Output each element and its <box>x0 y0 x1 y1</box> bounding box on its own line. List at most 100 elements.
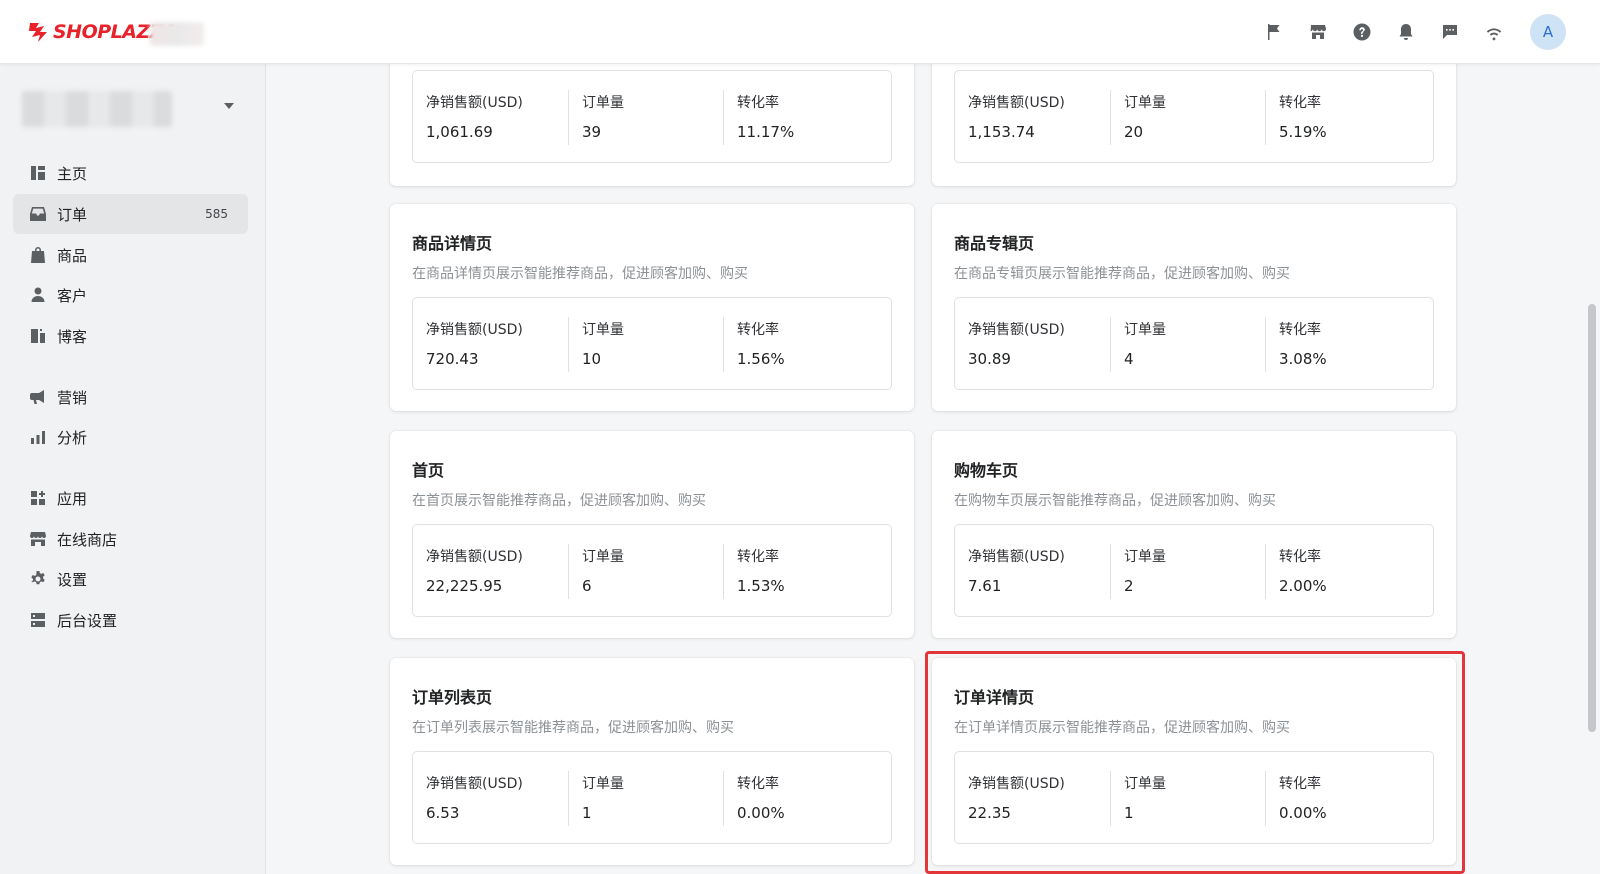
stat-value: 3.08% <box>1279 350 1327 368</box>
sidebar-item-settings[interactable]: 设置 <box>13 559 248 599</box>
stat-value: 1 <box>1124 804 1134 822</box>
stat-value: 1,153.74 <box>968 123 1035 141</box>
divider <box>1265 771 1266 826</box>
recommendation-card: 净销售额(USD) 1,061.69 订单量 39 转化率 11.17% <box>390 64 914 186</box>
sidebar-item-label: 博客 <box>57 327 88 346</box>
stats-box: 净销售额(USD) 22.35 订单量 1 转化率 0.00% <box>954 751 1434 844</box>
divider <box>1110 90 1111 145</box>
inbox-icon <box>28 204 48 224</box>
sidebar-item-orders[interactable]: 订单 585 <box>13 194 248 234</box>
card-title: 订单列表页 <box>412 688 493 707</box>
message-icon[interactable] <box>1428 10 1472 54</box>
store-name-blurred <box>22 91 172 127</box>
stat-value: 1 <box>582 804 592 822</box>
divider <box>723 317 724 372</box>
stat-label: 净销售额(USD) <box>968 322 1065 338</box>
stat-label: 订单量 <box>582 322 624 338</box>
stat-label: 订单量 <box>582 95 624 111</box>
scrollbar-thumb[interactable] <box>1588 304 1596 732</box>
stat-label: 转化率 <box>737 549 779 565</box>
sidebar-item-admin-settings[interactable]: 后台设置 <box>13 600 248 640</box>
sidebar-item-online-store[interactable]: 在线商店 <box>13 519 248 559</box>
divider <box>568 544 569 599</box>
stat-value: 1.56% <box>737 350 785 368</box>
bar-chart-icon <box>28 427 48 447</box>
vertical-scrollbar[interactable] <box>1583 64 1600 874</box>
bell-icon[interactable] <box>1384 10 1428 54</box>
store-switcher[interactable] <box>22 91 242 131</box>
sidebar-item-products[interactable]: 商品 <box>13 235 248 275</box>
stats-box: 净销售额(USD) 720.43 订单量 10 转化率 1.56% <box>412 297 892 390</box>
card-order-list: 订单列表页 在订单列表展示智能推荐商品，促进顾客加购、购买 净销售额(USD) … <box>390 658 914 865</box>
sidebar-item-label: 分析 <box>57 428 88 447</box>
card-title: 订单详情页 <box>954 688 1035 707</box>
card-title: 商品专辑页 <box>954 234 1035 253</box>
user-avatar[interactable]: A <box>1530 14 1566 50</box>
recommendation-card: 净销售额(USD) 1,153.74 订单量 20 转化率 5.19% <box>932 64 1456 186</box>
home-icon <box>28 163 48 183</box>
help-icon[interactable] <box>1340 10 1384 54</box>
stat-value: 6.53 <box>426 804 460 822</box>
stat-value: 0.00% <box>737 804 785 822</box>
card-description: 在订单详情页展示智能推荐商品，促进顾客加购、购买 <box>954 720 1290 736</box>
sidebar-item-analytics[interactable]: 分析 <box>13 417 248 457</box>
store-name-blurred <box>150 22 204 46</box>
card-description: 在商品详情页展示智能推荐商品，促进顾客加购、购买 <box>412 266 748 282</box>
stat-value: 2 <box>1124 577 1134 595</box>
sidebar-item-label: 后台设置 <box>57 611 118 630</box>
stat-label: 转化率 <box>737 95 779 111</box>
wifi-icon[interactable] <box>1472 10 1516 54</box>
divider <box>1110 771 1111 826</box>
card-collection: 商品专辑页 在商品专辑页展示智能推荐商品，促进顾客加购、购买 净销售额(USD)… <box>932 204 1456 411</box>
sidebar-item-blog[interactable]: 博客 <box>13 316 248 356</box>
stat-value: 1.53% <box>737 577 785 595</box>
stat-value: 720.43 <box>426 350 479 368</box>
card-product-detail: 商品详情页 在商品详情页展示智能推荐商品，促进顾客加购、购买 净销售额(USD)… <box>390 204 914 411</box>
stat-label: 净销售额(USD) <box>426 322 523 338</box>
order-count-badge: 585 <box>199 204 234 224</box>
sidebar-item-marketing[interactable]: 营销 <box>13 377 248 417</box>
stat-label: 净销售额(USD) <box>968 776 1065 792</box>
sidebar-item-home[interactable]: 主页 <box>13 153 248 193</box>
sidebar-item-customers[interactable]: 客户 <box>13 275 248 315</box>
card-order-detail: 订单详情页 在订单详情页展示智能推荐商品，促进顾客加购、购买 净销售额(USD)… <box>932 658 1456 865</box>
stat-label: 净销售额(USD) <box>426 95 523 111</box>
stat-value: 4 <box>1124 350 1134 368</box>
stat-value: 10 <box>582 350 602 368</box>
stat-value: 2.00% <box>1279 577 1327 595</box>
card-title: 商品详情页 <box>412 234 493 253</box>
sidebar-item-label: 客户 <box>57 286 88 305</box>
card-description: 在商品专辑页展示智能推荐商品，促进顾客加购、购买 <box>954 266 1290 282</box>
sidebar-item-label: 营销 <box>57 388 88 407</box>
stat-label: 订单量 <box>1124 549 1166 565</box>
card-description: 在订单列表展示智能推荐商品，促进顾客加购、购买 <box>412 720 734 736</box>
stat-value: 7.61 <box>968 577 1002 595</box>
card-home-page: 首页 在首页展示智能推荐商品，促进顾客加购、购买 净销售额(USD) 22,22… <box>390 431 914 638</box>
stat-value: 39 <box>582 123 602 141</box>
stats-box: 净销售额(USD) 1,061.69 订单量 39 转化率 11.17% <box>412 70 892 163</box>
sidebar-item-label: 应用 <box>57 489 88 508</box>
divider <box>1265 317 1266 372</box>
stat-label: 净销售额(USD) <box>968 549 1065 565</box>
sidebar-item-apps[interactable]: 应用 <box>13 478 248 518</box>
store-icon[interactable] <box>1296 10 1340 54</box>
divider <box>723 771 724 826</box>
stat-value: 0.00% <box>1279 804 1327 822</box>
flag-icon[interactable] <box>1252 10 1296 54</box>
gear-icon <box>28 569 48 589</box>
stat-value: 1,061.69 <box>426 123 493 141</box>
apps-icon <box>28 488 48 508</box>
caret-down-icon <box>224 103 234 109</box>
stat-label: 转化率 <box>1279 776 1321 792</box>
stat-label: 转化率 <box>737 776 779 792</box>
card-description: 在首页展示智能推荐商品，促进顾客加购、购买 <box>412 493 706 509</box>
stat-value: 6 <box>582 577 592 595</box>
stats-box: 净销售额(USD) 6.53 订单量 1 转化率 0.00% <box>412 751 892 844</box>
divider <box>1110 544 1111 599</box>
top-icon-group: A <box>1252 0 1600 64</box>
stat-label: 转化率 <box>737 322 779 338</box>
stat-label: 转化率 <box>1279 549 1321 565</box>
divider <box>1265 544 1266 599</box>
card-title: 首页 <box>412 461 445 480</box>
card-description: 在购物车页展示智能推荐商品，促进顾客加购、购买 <box>954 493 1276 509</box>
